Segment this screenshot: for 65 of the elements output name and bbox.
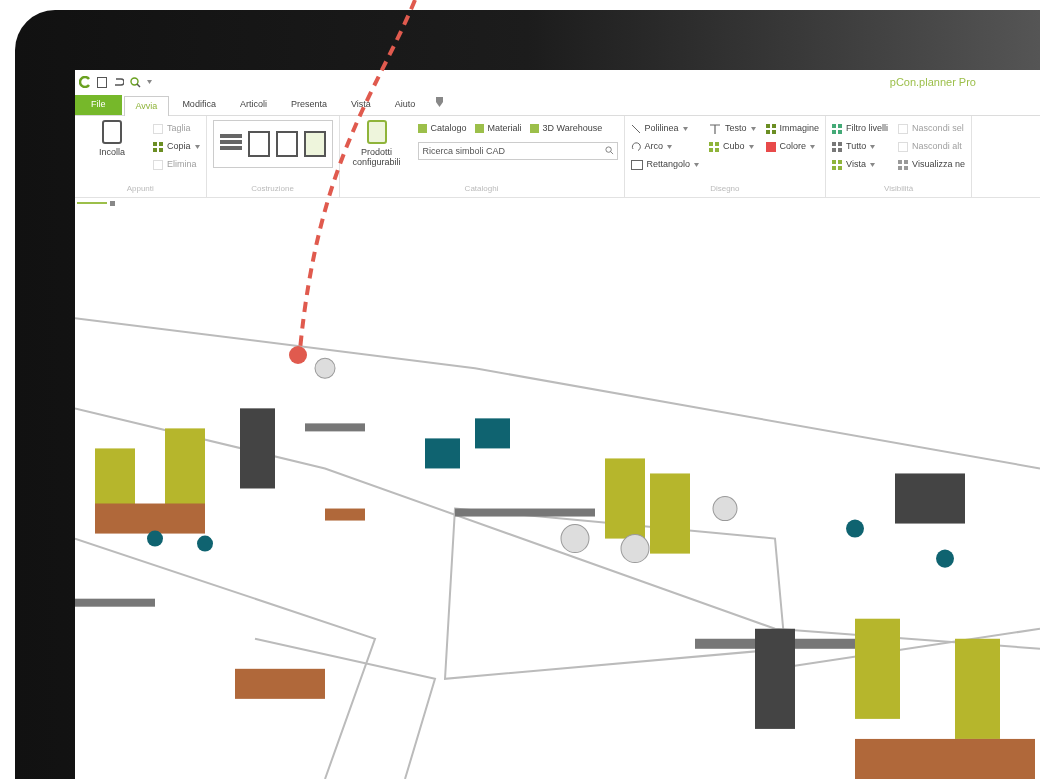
- arc-icon: [630, 142, 641, 152]
- group-label: Appunti: [125, 183, 155, 195]
- ribbon-command[interactable]: Filtro livelli: [846, 122, 889, 136]
- rectangle-icon: [630, 160, 643, 170]
- pin-icon[interactable]: [436, 97, 444, 107]
- dropdown-caret-icon[interactable]: [147, 80, 152, 84]
- dropdown-caret-icon[interactable]: [682, 127, 688, 131]
- dropdown-caret-icon[interactable]: [810, 145, 816, 149]
- construction-icon[interactable]: [275, 131, 298, 157]
- disabled-icon: [898, 124, 909, 134]
- dropdown-caret-icon[interactable]: [667, 145, 673, 149]
- ribbon-command[interactable]: Tutto: [846, 140, 876, 154]
- catalog-button[interactable]: Materiali: [474, 122, 522, 136]
- ribbon-command[interactable]: Colore: [779, 140, 816, 154]
- construction-gallery[interactable]: [212, 120, 333, 168]
- construction-icon[interactable]: [247, 131, 270, 157]
- grid-icon: [832, 160, 843, 170]
- grid-icon: [832, 124, 843, 134]
- dropdown-caret-icon[interactable]: [748, 145, 754, 149]
- ribbon-command[interactable]: Testo: [725, 122, 756, 136]
- large-ribbon-button[interactable]: Prodotti configurabili: [345, 120, 408, 183]
- large-ribbon-button[interactable]: Incolla: [81, 120, 143, 183]
- grid-icon: [898, 160, 909, 170]
- ribbon-command[interactable]: Rettangolo: [646, 158, 700, 172]
- save-icon[interactable]: [97, 76, 107, 88]
- ribbon-tab[interactable]: Modifica: [171, 95, 227, 115]
- undo-icon[interactable]: [113, 77, 124, 87]
- ribbon-command[interactable]: Polilinea: [644, 122, 688, 136]
- ribbon-command[interactable]: Cubo: [723, 140, 754, 154]
- dropdown-caret-icon[interactable]: [869, 163, 875, 167]
- app-logo-icon[interactable]: [79, 76, 91, 88]
- grid-icon: [765, 124, 776, 134]
- dropdown-caret-icon[interactable]: [694, 163, 700, 167]
- grid-icon: [832, 142, 843, 152]
- grid-icon: [709, 142, 720, 152]
- ribbon-command[interactable]: Immagine: [779, 122, 820, 136]
- dropdown-caret-icon[interactable]: [870, 145, 876, 149]
- disabled-icon: [153, 160, 163, 170]
- search-icon: [604, 145, 614, 155]
- ribbon-tab[interactable]: Articoli: [228, 95, 278, 115]
- text-t-icon: [709, 123, 722, 135]
- catalog-button[interactable]: 3D Warehouse: [529, 122, 603, 136]
- window-title: pCon.planner Pro: [889, 74, 976, 90]
- catalog-button[interactable]: Catalogo: [417, 122, 467, 136]
- dropdown-caret-icon[interactable]: [194, 145, 200, 149]
- dropdown-caret-icon[interactable]: [750, 127, 756, 131]
- group-label: Cataloghi: [463, 183, 500, 195]
- ribbon-command[interactable]: Arco: [644, 140, 673, 154]
- disabled-icon: [898, 142, 909, 152]
- search-field[interactable]: Ricerca simboli CAD: [417, 141, 618, 160]
- line-icon: [630, 124, 641, 134]
- disabled-icon: [153, 124, 163, 134]
- ribbon-tab[interactable]: Vista: [339, 95, 382, 115]
- group-label: Costruzione: [250, 183, 295, 195]
- ribbon-command[interactable]: Vista: [846, 158, 875, 172]
- color-swatch-icon: [765, 142, 776, 152]
- group-label: Disegno: [709, 183, 741, 195]
- zoom-icon[interactable]: [130, 76, 141, 88]
- ribbon-command[interactable]: Visualizza ne: [912, 158, 965, 172]
- ribbon-tab[interactable]: Presenta: [279, 95, 338, 115]
- ribbon-command[interactable]: Copia: [167, 140, 200, 154]
- grid-icon: [153, 142, 163, 152]
- construction-icon[interactable]: [303, 131, 326, 157]
- ribbon-tab[interactable]: Aiuto: [383, 95, 427, 115]
- group-label: Visibilità: [882, 183, 915, 195]
